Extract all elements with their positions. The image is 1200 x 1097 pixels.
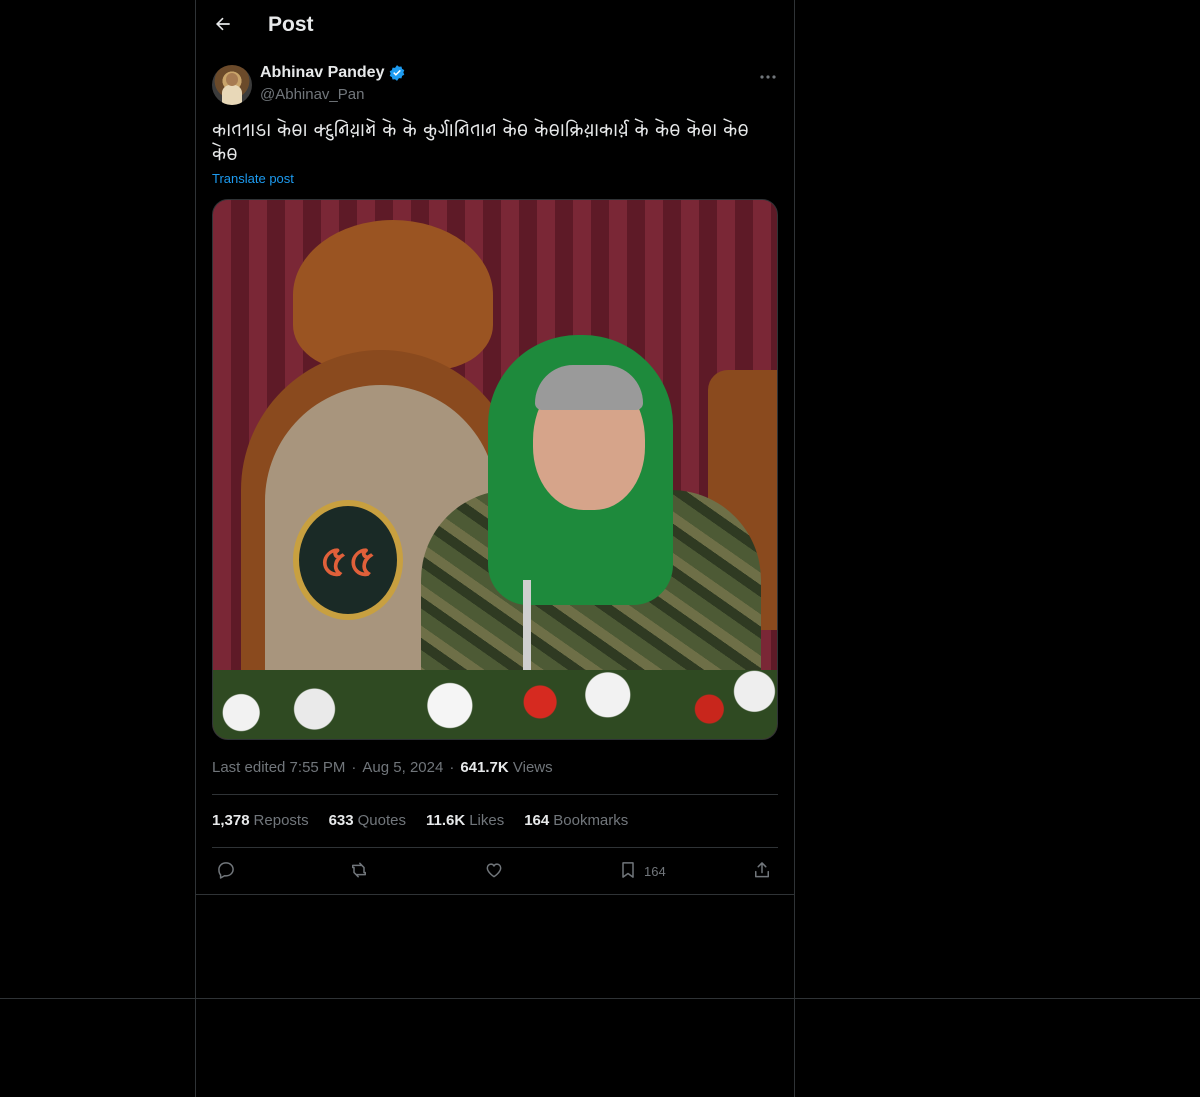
image-emblem-text: ৫৫ — [319, 536, 377, 587]
meta-separator-2: · — [449, 759, 455, 776]
views-label: Views — [512, 759, 553, 776]
post-date[interactable]: Aug 5, 2024 — [362, 759, 443, 776]
reposts-count: 1,378 — [212, 812, 250, 829]
post-column: Post Abhinav Pandey @Abhinav_Pan 𑂍𑂰𑂞𑂩𑂰𑂙𑂰… — [195, 0, 795, 1097]
bookmarks-stat[interactable]: 164 Bookmarks — [524, 812, 628, 829]
image-emblem-sign: ৫৫ — [293, 500, 403, 620]
like-button[interactable] — [484, 858, 504, 884]
post-bottom-border — [196, 894, 794, 895]
bookmark-count: 164 — [644, 863, 666, 879]
divider-2 — [212, 847, 778, 848]
bookmark-button[interactable]: 164 — [618, 858, 666, 884]
share-icon — [752, 860, 772, 883]
post-text: 𑂍𑂰𑂞𑂩𑂰𑂙𑂰 𑂍𑂵𑂪𑂰 𑂍𑂹𑂠𑂳𑂢𑂱𑂨𑂰𑂧𑂵 𑂍𑂵 𑂍𑂵 𑂍𑂳𑂩𑂹𑂏𑂰𑂢𑂱𑂞𑂰… — [212, 119, 749, 165]
quotes-stat[interactable]: 633 Quotes — [329, 812, 406, 829]
reposts-label: Reposts — [253, 812, 309, 829]
page-title: Post — [268, 13, 314, 36]
reposts-stat[interactable]: 1,378 Reposts — [212, 812, 309, 829]
quotes-label: Quotes — [357, 812, 406, 829]
edited-time[interactable]: Last edited 7:55 PM — [212, 759, 345, 776]
bookmark-icon — [618, 860, 638, 883]
avatar-head — [226, 73, 238, 86]
divider — [212, 794, 778, 795]
share-button[interactable] — [752, 858, 772, 884]
more-horizontal-icon — [760, 66, 776, 84]
likes-stat[interactable]: 11.6K Likes — [426, 812, 504, 829]
reply-icon — [216, 860, 236, 883]
bookmarks-count: 164 — [524, 812, 550, 829]
page: Post Abhinav Pandey @Abhinav_Pan 𑂍𑂰𑂞𑂩𑂰𑂙𑂰… — [0, 0, 1200, 1097]
bookmarks-label: Bookmarks — [553, 812, 629, 829]
repost-icon — [349, 860, 369, 883]
verified-badge-icon — [388, 64, 406, 82]
author-name: Abhinav Pandey — [260, 64, 385, 81]
engagement-stats: 1,378 Reposts 633 Quotes 11.6K Likes 164 Boo… — [212, 812, 628, 829]
arrow-left-icon — [213, 14, 233, 39]
avatar-body — [222, 85, 242, 105]
views-stat[interactable]: 641.7K Views — [460, 759, 552, 776]
post-meta: Last edited 7:55 PM · Aug 5, 2024 · 641.… — [212, 759, 553, 776]
heart-icon — [484, 860, 504, 883]
repost-button[interactable] — [349, 858, 369, 884]
page-header: Post — [196, 0, 794, 54]
views-count: 641.7K — [460, 759, 509, 776]
quotes-count: 633 — [328, 812, 354, 829]
image-flowers — [213, 670, 777, 739]
image-chair-crest — [293, 220, 493, 370]
post-image[interactable]: ৫৫ — [212, 199, 778, 740]
avatar[interactable] — [212, 65, 252, 105]
back-button[interactable] — [206, 9, 240, 43]
image-person-hair — [535, 365, 643, 410]
translate-post-link[interactable]: Translate post — [212, 171, 294, 186]
author-name-link[interactable]: Abhinav Pandey — [260, 64, 406, 82]
action-bar: 164 — [212, 858, 778, 884]
meta-separator: · — [351, 759, 357, 776]
likes-count: 11.6K — [425, 812, 466, 829]
reply-button[interactable] — [216, 858, 236, 884]
more-options-button[interactable] — [754, 64, 782, 86]
likes-label: Likes — [469, 812, 505, 829]
author-handle: @Abhinav_Pan — [260, 86, 365, 103]
